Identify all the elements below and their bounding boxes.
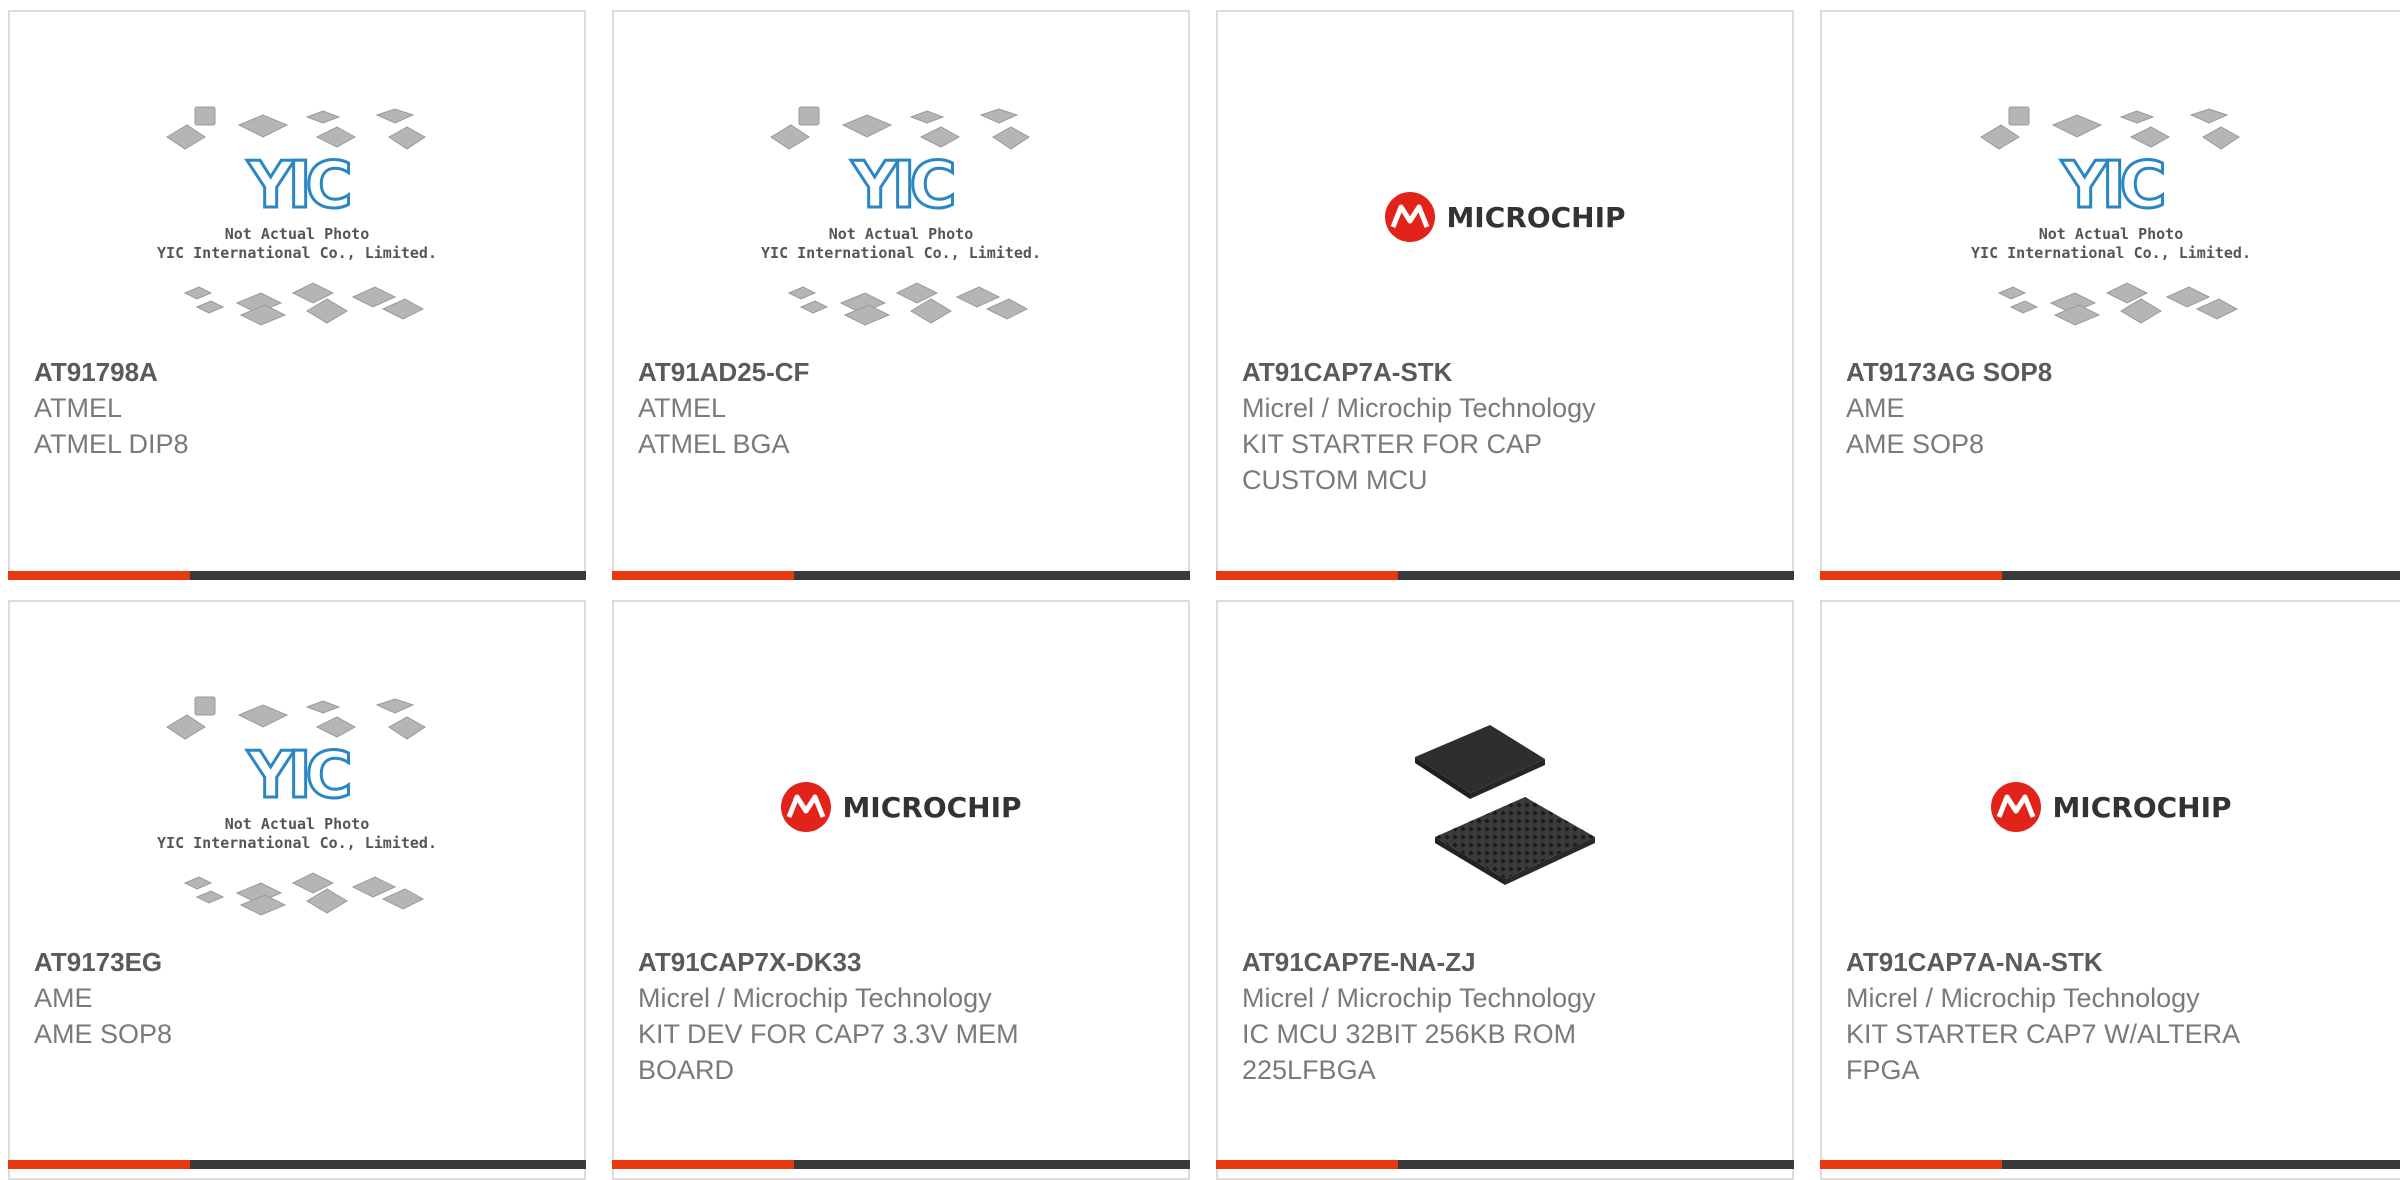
placeholder-caption: Not Actual Photo YIC International Co., … bbox=[157, 225, 437, 262]
manufacturer-label: AME bbox=[34, 983, 93, 1013]
yic-logo: YIC bbox=[850, 148, 958, 225]
yic-placeholder-image: YIC Not Actual Photo YIC International C… bbox=[157, 97, 437, 337]
manufacturer-label: Micrel / Microchip Technology bbox=[1846, 983, 2200, 1013]
yic-logo: YIC bbox=[246, 738, 354, 815]
yic-placeholder-image: YIC Not Actual Photo YIC International C… bbox=[761, 97, 1041, 337]
part-number-link[interactable]: AT91798A bbox=[34, 354, 564, 390]
card-bottom-bar bbox=[1820, 1160, 2400, 1169]
microchip-logo: MICROCHIP bbox=[780, 781, 1022, 833]
card-accent bbox=[612, 571, 794, 580]
product-card[interactable]: AT91CAP7E-NA-ZJ Micrel / Microchip Techn… bbox=[1216, 600, 1794, 1180]
microchip-emblem-icon bbox=[781, 782, 832, 832]
description-label: ATMEL BGA bbox=[638, 429, 790, 459]
manufacturer-label: Micrel / Microchip Technology bbox=[638, 983, 992, 1013]
product-image[interactable]: MICROCHIP bbox=[1822, 672, 2400, 942]
yic-logo: YIC bbox=[246, 148, 354, 225]
manufacturer-label: ATMEL bbox=[638, 393, 727, 423]
microchip-wordmark: MICROCHIP bbox=[2052, 790, 2232, 824]
card-accent bbox=[8, 1160, 190, 1169]
product-grid: YIC Not Actual Photo YIC International C… bbox=[0, 0, 2400, 1180]
microchip-logo: MICROCHIP bbox=[1990, 781, 2232, 833]
part-number-link[interactable]: AT91CAP7A-NA-STK bbox=[1846, 944, 2380, 980]
description-label: ATMEL DIP8 bbox=[34, 429, 189, 459]
card-bottom-bar bbox=[612, 571, 1190, 580]
placeholder-caption: Not Actual Photo YIC International Co., … bbox=[1971, 225, 2251, 262]
product-card[interactable]: YIC Not Actual Photo YIC International C… bbox=[8, 600, 586, 1180]
card-bottom-bar bbox=[612, 1160, 1190, 1169]
card-accent bbox=[1216, 571, 1398, 580]
part-number-link[interactable]: AT91CAP7E-NA-ZJ bbox=[1242, 944, 1772, 980]
product-card[interactable]: MICROCHIP AT91CAP7A-NA-STK Micrel / Micr… bbox=[1820, 600, 2400, 1180]
part-number-link[interactable]: AT91CAP7A-STK bbox=[1242, 354, 1772, 390]
product-image[interactable] bbox=[1218, 672, 1792, 942]
product-card[interactable]: MICROCHIP AT91CAP7X-DK33 Micrel / Microc… bbox=[612, 600, 1190, 1180]
part-number-link[interactable]: AT91AD25-CF bbox=[638, 354, 1168, 390]
microchip-emblem-icon bbox=[1991, 782, 2042, 832]
description-label: KIT STARTER CAP7 W/ALTERA FPGA bbox=[1846, 1019, 2239, 1085]
bga-chip-photo bbox=[1415, 725, 1595, 885]
placeholder-caption: Not Actual Photo YIC International Co., … bbox=[157, 815, 437, 852]
description-label: KIT STARTER FOR CAP CUSTOM MCU bbox=[1242, 429, 1542, 495]
card-accent bbox=[1216, 1160, 1398, 1169]
part-number-link[interactable]: AT9173EG bbox=[34, 944, 564, 980]
description-label: AME SOP8 bbox=[34, 1019, 173, 1049]
product-image[interactable]: YIC Not Actual Photo YIC International C… bbox=[614, 82, 1188, 352]
product-image[interactable]: MICROCHIP bbox=[614, 672, 1188, 942]
yic-logo: YIC bbox=[2060, 148, 2168, 225]
product-card[interactable]: MICROCHIP AT91CAP7A-STK Micrel / Microch… bbox=[1216, 10, 1794, 580]
card-bottom-bar bbox=[8, 1160, 586, 1169]
card-bottom-bar bbox=[1216, 1160, 1794, 1169]
card-accent bbox=[1820, 571, 2002, 580]
card-bottom-bar bbox=[1216, 571, 1794, 580]
description-label: AME SOP8 bbox=[1846, 429, 1985, 459]
part-number-link[interactable]: AT91CAP7X-DK33 bbox=[638, 944, 1168, 980]
microchip-emblem-icon bbox=[1385, 192, 1436, 242]
manufacturer-label: AME bbox=[1846, 393, 1905, 423]
microchip-wordmark: MICROCHIP bbox=[1446, 200, 1626, 234]
card-bottom-bar bbox=[8, 571, 586, 580]
product-card[interactable]: YIC Not Actual Photo YIC International C… bbox=[1820, 10, 2400, 580]
product-image[interactable]: YIC Not Actual Photo YIC International C… bbox=[10, 82, 584, 352]
microchip-wordmark: MICROCHIP bbox=[842, 790, 1022, 824]
manufacturer-label: ATMEL bbox=[34, 393, 123, 423]
product-image[interactable]: YIC Not Actual Photo YIC International C… bbox=[1822, 82, 2400, 352]
yic-placeholder-image: YIC Not Actual Photo YIC International C… bbox=[1971, 97, 2251, 337]
manufacturer-label: Micrel / Microchip Technology bbox=[1242, 393, 1596, 423]
yic-placeholder-image: YIC Not Actual Photo YIC International C… bbox=[157, 687, 437, 927]
product-card[interactable]: YIC Not Actual Photo YIC International C… bbox=[612, 10, 1190, 580]
product-image[interactable]: MICROCHIP bbox=[1218, 82, 1792, 352]
product-card[interactable]: YIC Not Actual Photo YIC International C… bbox=[8, 10, 586, 580]
microchip-logo: MICROCHIP bbox=[1384, 191, 1626, 243]
placeholder-caption: Not Actual Photo YIC International Co., … bbox=[761, 225, 1041, 262]
manufacturer-label: Micrel / Microchip Technology bbox=[1242, 983, 1596, 1013]
card-accent bbox=[8, 571, 190, 580]
description-label: IC MCU 32BIT 256KB ROM 225LFBGA bbox=[1242, 1019, 1577, 1085]
product-image[interactable]: YIC Not Actual Photo YIC International C… bbox=[10, 672, 584, 942]
card-accent bbox=[612, 1160, 794, 1169]
part-number-link[interactable]: AT9173AG SOP8 bbox=[1846, 354, 2380, 390]
description-label: KIT DEV FOR CAP7 3.3V MEM BOARD bbox=[638, 1019, 1019, 1085]
card-accent bbox=[1820, 1160, 2002, 1169]
card-bottom-bar bbox=[1820, 571, 2400, 580]
